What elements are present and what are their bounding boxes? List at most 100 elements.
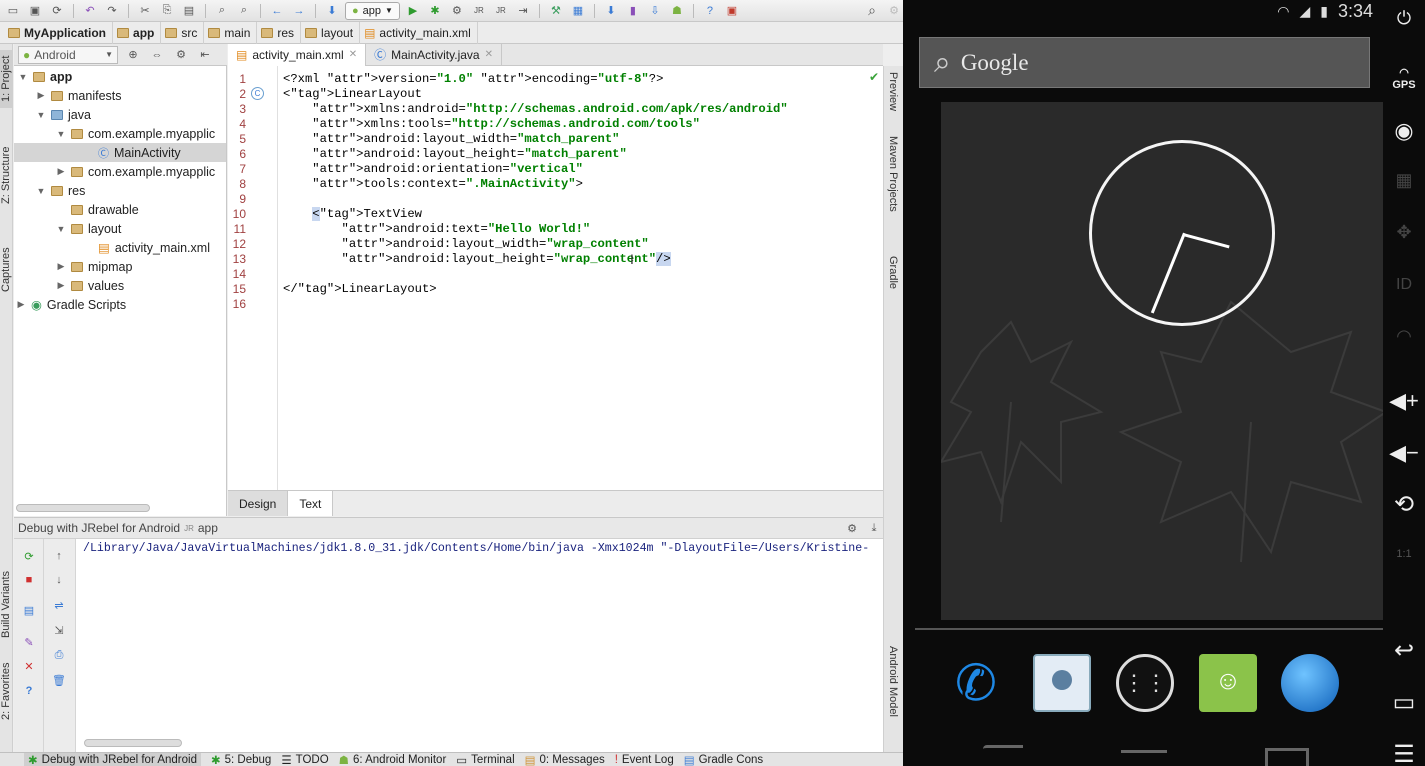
run-icon[interactable]: ▶ xyxy=(404,2,422,20)
tab-design[interactable]: Design xyxy=(228,491,289,516)
expand-arrow-icon[interactable]: ▶ xyxy=(56,280,66,291)
layout-icon[interactable]: ▤ xyxy=(20,601,38,619)
tool-button-debug-jrebel[interactable]: ✱ Debug with JRebel for Android xyxy=(24,752,201,766)
nfc-icon[interactable]: ◠ xyxy=(1383,326,1425,347)
open-folder-icon[interactable]: ▭ xyxy=(4,2,22,20)
breadcrumb-item-res[interactable]: res xyxy=(257,21,302,44)
settings-gear-icon[interactable]: ⚙ xyxy=(843,519,861,537)
tool-button-android-monitor[interactable]: ☗ 6: Android Monitor xyxy=(339,753,447,766)
scale-icon[interactable]: 1:1 xyxy=(1383,548,1425,560)
tab-mainactivity-java[interactable]: Ⓒ MainActivity.java ✕ xyxy=(366,43,502,66)
expand-arrow-icon[interactable]: ▼ xyxy=(36,110,46,120)
tree-item-activity-main[interactable]: ▤ activity_main.xml xyxy=(98,238,210,257)
tree-item-manifests[interactable]: ▶ manifests xyxy=(36,86,122,105)
jrebel-run-icon[interactable]: JR xyxy=(470,2,488,20)
help-icon[interactable]: ? xyxy=(701,2,719,20)
close-icon[interactable]: ✕ xyxy=(485,49,493,60)
tool-button-todo[interactable]: ☰ TODO xyxy=(281,753,328,766)
settings-gear-icon[interactable]: ⚙ xyxy=(885,2,903,20)
jrebel-icon[interactable]: ▣ xyxy=(723,2,741,20)
tool-tab-project[interactable]: 1: Project xyxy=(0,50,13,108)
tree-item-res[interactable]: ▼ res xyxy=(36,181,86,200)
nav-back-icon[interactable] xyxy=(983,745,1023,766)
hide-panel-icon[interactable]: ⤓ xyxy=(865,519,883,537)
tool-tab-favorites[interactable]: 2: Favorites xyxy=(0,656,13,726)
console-horizontal-scrollbar[interactable] xyxy=(84,739,182,747)
tree-item-drawable[interactable]: drawable xyxy=(71,200,139,219)
menu-icon[interactable]: ☰ xyxy=(1383,740,1425,766)
power-icon[interactable]: ⏻ xyxy=(1383,8,1425,29)
activity-marker-icon[interactable]: C xyxy=(251,87,264,100)
recent-apps-icon[interactable]: ▭ xyxy=(1383,688,1425,717)
dpad-icon[interactable]: ✥ xyxy=(1383,222,1425,243)
browser-app-icon[interactable] xyxy=(1281,654,1339,712)
tool-button-debug[interactable]: ✱ 5: Debug xyxy=(211,753,271,766)
tool-tab-structure[interactable]: Z: Structure xyxy=(0,140,13,210)
media-icon[interactable]: ▦ xyxy=(1383,170,1425,191)
collapse-all-icon[interactable]: ⇔ xyxy=(148,46,166,64)
up-arrow-icon[interactable]: ↑ xyxy=(50,547,68,565)
forward-icon[interactable]: → xyxy=(290,2,308,20)
down-arrow-icon[interactable]: ↓ xyxy=(50,571,68,589)
tree-item-values[interactable]: ▶ values xyxy=(56,276,125,295)
tree-horizontal-scrollbar[interactable] xyxy=(16,504,150,512)
tree-item-mipmap[interactable]: ▶ mipmap xyxy=(56,257,133,276)
tree-item-mainactivity[interactable]: Ⓒ MainActivity xyxy=(14,143,226,162)
tree-item-java[interactable]: ▼ java xyxy=(36,105,91,124)
phone-app-icon[interactable]: ✆ xyxy=(947,654,1005,712)
clear-all-icon[interactable]: 🗑 xyxy=(50,671,68,689)
hide-panel-icon[interactable]: ⇤ xyxy=(196,46,214,64)
back-icon[interactable]: ↩ xyxy=(1383,636,1425,665)
nav-home-icon[interactable] xyxy=(1121,750,1167,766)
tree-item-package[interactable]: ▼ com.example.myapplic xyxy=(56,124,216,143)
run-config-select[interactable]: ● app ▼ xyxy=(345,1,400,20)
paste-icon[interactable]: ▤ xyxy=(180,2,198,20)
back-icon[interactable]: ← xyxy=(268,2,286,20)
sdk-manager-icon[interactable]: ▮ xyxy=(624,2,642,20)
gradle-sync-icon[interactable]: ⚒ xyxy=(547,2,565,20)
analog-clock-widget[interactable] xyxy=(1089,140,1275,326)
tool-button-event-log[interactable]: ! Event Log xyxy=(615,754,674,766)
download-icon[interactable]: ⇩ xyxy=(646,2,664,20)
tool-button-terminal[interactable]: ▭ Terminal xyxy=(456,753,514,766)
tool-tab-build-variants[interactable]: Build Variants xyxy=(0,564,13,644)
sync-icon[interactable]: ⟳ xyxy=(48,2,66,20)
tool-tab-preview[interactable]: Preview xyxy=(887,72,899,111)
tab-activity-main-xml[interactable]: ▤ activity_main.xml ✕ xyxy=(228,43,367,66)
expand-arrow-icon[interactable]: ▶ xyxy=(16,299,26,310)
expand-arrow-icon[interactable]: ▶ xyxy=(56,166,66,177)
avd-manager-icon[interactable]: ⬇ xyxy=(602,2,620,20)
help-icon[interactable]: ? xyxy=(20,682,38,700)
tool-button-gradle-console[interactable]: ▤ Gradle Cons xyxy=(684,753,763,766)
undo-icon[interactable]: ↶ xyxy=(81,2,99,20)
android-device-monitor-icon[interactable]: ☗ xyxy=(668,2,686,20)
breadcrumb-item-layout[interactable]: layout xyxy=(301,21,361,44)
debug-icon[interactable]: ✱ xyxy=(426,2,444,20)
tab-text[interactable]: Text xyxy=(288,491,334,516)
volume-up-icon[interactable]: ◀+ xyxy=(1383,388,1425,414)
search-everywhere-icon[interactable]: ⌕ xyxy=(863,2,881,20)
expand-arrow-icon[interactable]: ▼ xyxy=(56,129,66,139)
close-icon[interactable]: ✕ xyxy=(20,657,38,675)
messaging-app-icon[interactable]: ☺ xyxy=(1199,654,1257,712)
pin-icon[interactable]: ✎ xyxy=(20,633,38,651)
expand-arrow-icon[interactable]: ▼ xyxy=(56,224,66,234)
expand-arrow-icon[interactable]: ▶ xyxy=(56,261,66,272)
tool-tab-gradle[interactable]: Gradle xyxy=(887,256,899,289)
breadcrumb-item-app[interactable]: app xyxy=(113,21,162,44)
expand-arrow-icon[interactable]: ▼ xyxy=(36,186,46,196)
nav-recents-icon[interactable] xyxy=(1265,748,1309,766)
save-icon[interactable]: ▣ xyxy=(26,2,44,20)
breadcrumb-item-src[interactable]: src xyxy=(161,21,205,44)
apply-changes-icon[interactable]: ⇥ xyxy=(514,2,532,20)
tree-item-package-test[interactable]: ▶ com.example.myapplic xyxy=(56,162,216,181)
breadcrumb-item-project[interactable]: MyApplication xyxy=(4,21,114,44)
scroll-to-end-icon[interactable]: ⇲ xyxy=(50,621,68,639)
tree-item-app[interactable]: ▼ app xyxy=(18,67,73,86)
app-drawer-icon[interactable]: ⋮⋮ xyxy=(1116,654,1174,712)
gps-control[interactable]: ◠ GPS xyxy=(1383,66,1425,91)
tool-button-messages[interactable]: ▤ 0: Messages xyxy=(525,753,605,766)
stop-icon[interactable]: ■ xyxy=(20,571,38,589)
project-structure-icon[interactable]: ▦ xyxy=(569,2,587,20)
camera-icon[interactable]: ◉ xyxy=(1383,118,1425,144)
